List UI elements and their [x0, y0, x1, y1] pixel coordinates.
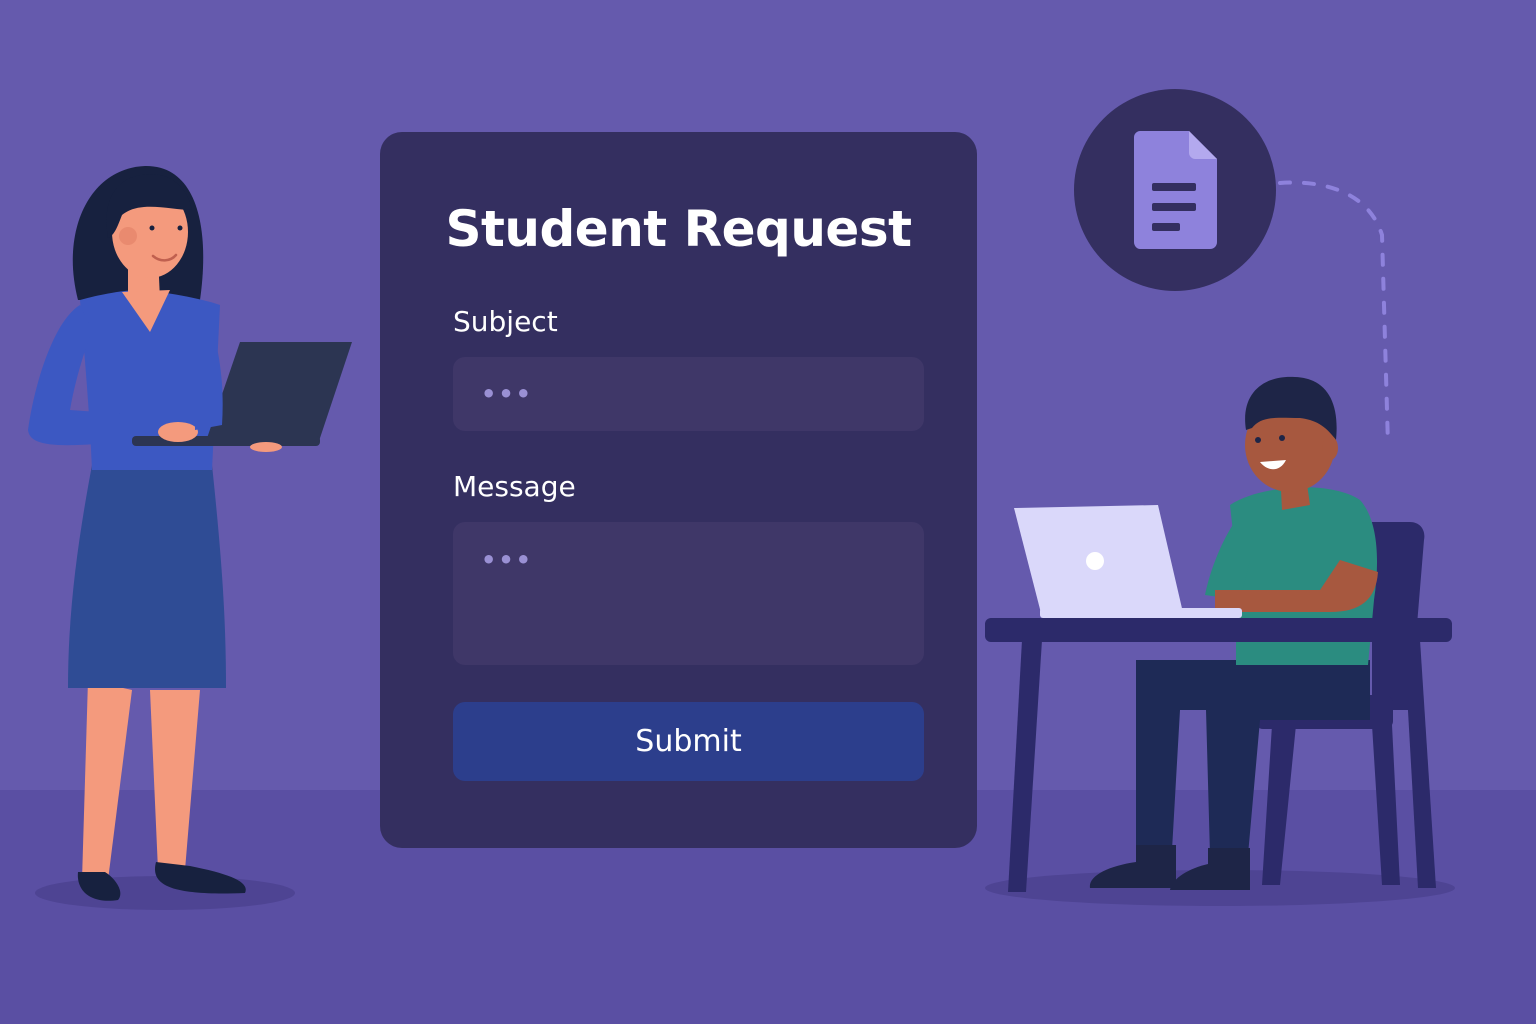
- document-badge: [1074, 89, 1390, 447]
- subject-input[interactable]: [453, 357, 924, 431]
- document-icon: [1134, 131, 1217, 249]
- subject-label: Subject: [453, 305, 558, 338]
- form-title: Student Request: [445, 200, 913, 258]
- message-label: Message: [453, 470, 576, 503]
- message-input[interactable]: [453, 522, 924, 665]
- submit-button[interactable]: Submit: [453, 702, 924, 781]
- student-request-form: Student Request Subject Message Submit: [380, 132, 977, 848]
